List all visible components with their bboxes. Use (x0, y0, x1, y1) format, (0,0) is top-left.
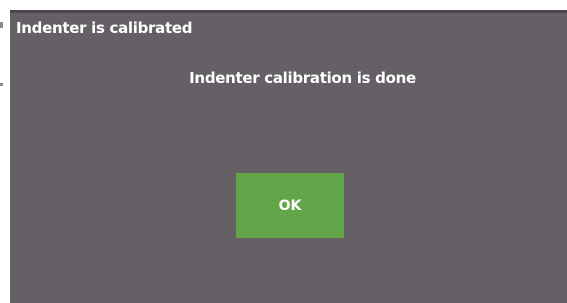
window-edge-mark (0, 22, 3, 28)
dialog-title: Indenter is calibrated (16, 19, 193, 37)
calibration-dialog: Indenter is calibrated Indenter calibrat… (10, 10, 567, 303)
ok-button[interactable]: OK (236, 173, 344, 238)
window-edge-mark (0, 83, 3, 86)
dialog-top-border (10, 10, 567, 13)
dialog-message: Indenter calibration is done (189, 69, 416, 87)
